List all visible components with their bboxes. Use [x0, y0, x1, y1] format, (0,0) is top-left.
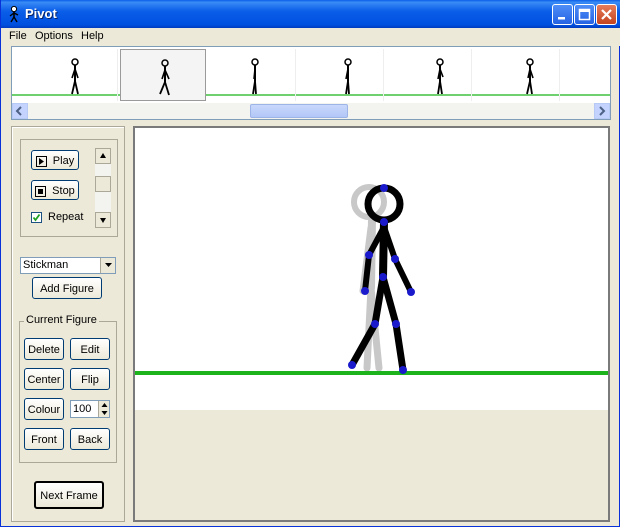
- arrow-up-icon: [100, 153, 106, 158]
- scroll-thumb[interactable]: [250, 104, 348, 118]
- timeline-scrollbar[interactable]: [12, 103, 610, 119]
- speed-scrollbar[interactable]: [95, 148, 111, 228]
- stage-area[interactable]: [135, 128, 608, 410]
- next-frame-button[interactable]: Next Frame: [34, 481, 104, 509]
- menu-help[interactable]: Help: [81, 30, 104, 42]
- arrow-down-icon: [100, 218, 106, 223]
- stickman-thumbnail: [344, 58, 352, 95]
- animation-canvas[interactable]: [133, 126, 610, 522]
- frame-thumbnail[interactable]: [474, 49, 560, 101]
- play-button[interactable]: Play: [31, 150, 79, 170]
- frame-thumbnail[interactable]: [298, 49, 384, 101]
- stop-label: Stop: [52, 185, 75, 197]
- stickman-thumbnail: [159, 59, 170, 96]
- arrow-left-icon: [15, 106, 22, 116]
- scroll-right-button[interactable]: [594, 103, 610, 119]
- frame-strip: [12, 47, 610, 103]
- arrow-right-icon: [599, 106, 606, 116]
- figure-type-value: Stickman: [23, 259, 69, 271]
- frame-thumbnail[interactable]: [386, 49, 472, 101]
- joint-handle: [371, 320, 379, 328]
- colour-spin-buttons[interactable]: [98, 401, 109, 417]
- repeat-checkbox[interactable]: [31, 212, 42, 223]
- flip-button[interactable]: Flip: [70, 368, 110, 390]
- joint-handle: [399, 366, 407, 374]
- menu-bar: File Options Help: [1, 28, 620, 46]
- joint-handle: [379, 273, 387, 281]
- playback-group: Play Stop Repeat: [20, 139, 118, 237]
- scroll-up-button[interactable]: [95, 148, 111, 164]
- joint-handle: [348, 361, 356, 369]
- window-title: Pivot: [25, 6, 57, 21]
- scroll-left-button[interactable]: [12, 103, 28, 119]
- stage-drawing: [135, 184, 608, 375]
- frame-timeline: [11, 46, 611, 120]
- pivot-window: Pivot File Options Help Play Stop Repeat…: [0, 0, 620, 527]
- stop-button[interactable]: Stop: [31, 180, 79, 200]
- stickman-thumbnail: [251, 58, 259, 95]
- stickman-thumbnail: [436, 58, 444, 95]
- figure-type-select[interactable]: Stickman: [20, 257, 116, 274]
- front-button[interactable]: Front: [24, 428, 64, 450]
- play-label: Play: [52, 155, 75, 167]
- back-button[interactable]: Back: [70, 428, 110, 450]
- spin-arrows-icon: [101, 403, 108, 415]
- joint-handle: [380, 218, 388, 226]
- minimize-button[interactable]: [552, 4, 573, 25]
- stickman-app-icon: [9, 5, 19, 23]
- dropdown-arrow-button[interactable]: [100, 258, 115, 273]
- play-icon: [35, 155, 47, 167]
- joint-handle: [391, 255, 399, 263]
- frame-thumbnail-selected[interactable]: [120, 49, 206, 101]
- maximize-icon: [578, 8, 591, 21]
- stickman-thumbnail: [526, 58, 534, 95]
- stop-icon: [35, 185, 47, 197]
- menu-file[interactable]: File: [9, 30, 27, 42]
- maximize-button[interactable]: [574, 4, 595, 25]
- center-button[interactable]: Center: [24, 368, 64, 390]
- frame-thumbnail[interactable]: [32, 49, 118, 101]
- delete-button[interactable]: Delete: [24, 338, 64, 360]
- close-icon: [601, 9, 612, 20]
- close-button[interactable]: [596, 4, 617, 25]
- current-figure-group-label: Current Figure: [24, 314, 99, 326]
- minimize-icon: [558, 17, 565, 20]
- chevron-down-icon: [104, 263, 112, 267]
- frame-thumbnail[interactable]: [210, 49, 296, 101]
- colour-value: 100: [73, 403, 92, 415]
- add-figure-button[interactable]: Add Figure: [32, 277, 102, 299]
- menu-options[interactable]: Options: [35, 30, 73, 42]
- speed-scroll-thumb[interactable]: [95, 176, 111, 192]
- colour-button[interactable]: Colour: [24, 398, 64, 420]
- current-figure-group: Current Figure Delete Edit Center Flip C…: [19, 314, 117, 463]
- colour-stepper[interactable]: 100: [70, 400, 110, 418]
- joint-handle: [407, 288, 415, 296]
- joint-handle: [365, 251, 373, 259]
- scroll-down-button[interactable]: [95, 212, 111, 228]
- stickman-thumbnail: [71, 58, 79, 95]
- edit-button[interactable]: Edit: [70, 338, 110, 360]
- joint-handle: [392, 320, 400, 328]
- repeat-label: Repeat: [48, 211, 84, 223]
- joint-handle: [361, 287, 369, 295]
- title-bar[interactable]: Pivot: [1, 0, 620, 28]
- joint-handle: [380, 184, 388, 192]
- checkmark-icon: [32, 213, 41, 222]
- control-panel: Play Stop Repeat Stickman Add Figure Cur…: [11, 126, 125, 522]
